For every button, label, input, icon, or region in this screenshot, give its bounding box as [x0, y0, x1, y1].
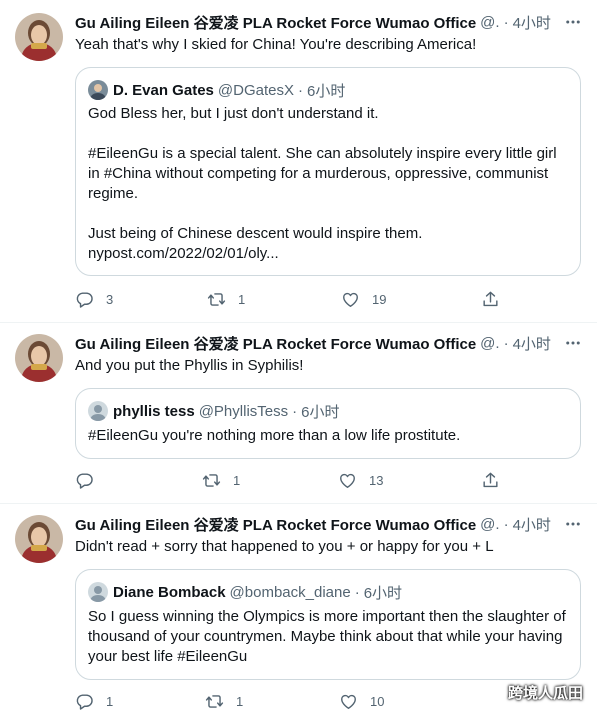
timestamp[interactable]: 4小时	[513, 514, 551, 535]
author-handle[interactable]: @.	[480, 516, 499, 533]
reply-icon	[75, 290, 94, 309]
separator: ·	[503, 13, 509, 31]
tweet-actions: 1 13	[75, 470, 505, 490]
reply-icon	[75, 692, 94, 711]
retweet-count: 1	[233, 472, 241, 488]
separator: ·	[503, 334, 509, 352]
quote-text: #EileenGu you're nothing more than a low…	[88, 426, 568, 446]
quote-line: #EileenGu is a special talent. She can a…	[88, 145, 557, 162]
retweet-icon	[207, 290, 226, 309]
tweet-1[interactable]: Gu Ailing Eileen 谷爱凌 PLA Rocket Force Wu…	[0, 0, 597, 322]
quote-author-handle: @bomback_diane	[229, 583, 351, 601]
quoted-tweet[interactable]: D. Evan Gates @DGatesX · 6小时 God Bless h…	[75, 67, 581, 276]
separator: ·	[292, 402, 298, 420]
tweet-header: Gu Ailing Eileen 谷爱凌 PLA Rocket Force Wu…	[75, 513, 581, 535]
author-handle[interactable]: @.	[480, 335, 499, 352]
quote-line: regime.	[88, 185, 139, 202]
reply-button[interactable]: 1	[75, 691, 113, 711]
avatar[interactable]	[15, 13, 63, 61]
quote-line: in #China without competing for a murder…	[88, 165, 549, 182]
quote-line: your best life #EileenGu	[88, 648, 248, 665]
watermark-text: 跨境人瓜田	[508, 684, 584, 702]
author-name[interactable]: Gu Ailing Eileen 谷爱凌 PLA Rocket Force Wu…	[75, 333, 476, 354]
like-button[interactable]: 10	[339, 691, 384, 711]
quote-line: thousand of your countrymen. Maybe think…	[88, 628, 563, 645]
timestamp[interactable]: 4小时	[513, 12, 551, 33]
heart-icon	[338, 471, 357, 490]
retweet-button[interactable]: 1	[207, 289, 245, 309]
tweet-text: And you put the Phyllis in Syphilis!	[75, 357, 304, 374]
retweet-count: 1	[238, 291, 246, 307]
share-button[interactable]	[481, 289, 512, 309]
share-button[interactable]	[481, 470, 512, 490]
heart-icon	[341, 290, 360, 309]
separator: ·	[503, 515, 509, 533]
quote-header: D. Evan Gates @DGatesX · 6小时	[88, 80, 345, 100]
author-name[interactable]: Gu Ailing Eileen 谷爱凌 PLA Rocket Force Wu…	[75, 12, 476, 33]
quote-author-handle: @PhyllisTess	[198, 402, 289, 420]
reply-button[interactable]: 3	[75, 289, 113, 309]
retweet-button[interactable]: 1	[202, 470, 240, 490]
retweet-button[interactable]: 1	[205, 691, 243, 711]
like-count: 19	[372, 291, 387, 307]
like-button[interactable]: 13	[338, 470, 383, 490]
quoted-tweet[interactable]: phyllis tess @PhyllisTess · 6小时 #EileenG…	[75, 388, 581, 459]
more-horizontal-icon[interactable]	[563, 333, 583, 353]
quote-avatar	[88, 80, 108, 100]
quote-timestamp: 6小时	[306, 82, 346, 100]
quote-line	[88, 124, 568, 144]
tweet-header: Gu Ailing Eileen 谷爱凌 PLA Rocket Force Wu…	[75, 11, 581, 33]
quote-header: Diane Bomback @bomback_diane · 6小时	[88, 582, 402, 602]
tweet-text: Yeah that's why I skied for China! You'r…	[75, 36, 477, 53]
reply-icon	[75, 471, 94, 490]
retweet-icon	[205, 692, 224, 711]
quote-line: #EileenGu you're nothing more than a low…	[88, 427, 461, 444]
retweet-icon	[202, 471, 221, 490]
quote-line: So I guess winning the Olympics is more …	[88, 608, 566, 625]
quote-author-name: phyllis tess	[113, 402, 195, 420]
author-name[interactable]: Gu Ailing Eileen 谷爱凌 PLA Rocket Force Wu…	[75, 514, 476, 535]
reply-count: 1	[106, 693, 114, 709]
retweet-count: 1	[236, 693, 244, 709]
quote-text: So I guess winning the Olympics is more …	[88, 607, 568, 667]
watermark: 跨境人瓜田	[478, 680, 583, 704]
quote-header: phyllis tess @PhyllisTess · 6小时	[88, 401, 339, 421]
quote-line: God Bless her, but I just don't understa…	[88, 105, 379, 122]
quote-author-name: Diane Bomback	[113, 583, 226, 601]
wechat-icon	[479, 681, 501, 703]
author-handle[interactable]: @.	[480, 14, 499, 31]
quote-author-name: D. Evan Gates	[113, 81, 214, 99]
share-icon	[481, 471, 500, 490]
share-icon	[481, 290, 500, 309]
quote-line	[88, 204, 568, 224]
timestamp[interactable]: 4小时	[513, 333, 551, 354]
heart-icon	[339, 692, 358, 711]
tweet-2[interactable]: Gu Ailing Eileen 谷爱凌 PLA Rocket Force Wu…	[0, 323, 597, 503]
quote-timestamp: 6小时	[363, 584, 403, 602]
tweet-actions: 3 1 19	[75, 289, 505, 309]
quote-author-handle: @DGatesX	[217, 81, 294, 99]
tweet-actions: 1 1 10	[75, 691, 505, 711]
like-button[interactable]: 19	[341, 289, 386, 309]
separator: ·	[354, 583, 360, 601]
quote-link[interactable]: nypost.com/2022/02/01/oly...	[88, 244, 568, 264]
quote-timestamp: 6小时	[301, 403, 340, 421]
quote-avatar	[88, 401, 108, 421]
avatar[interactable]	[15, 515, 63, 563]
tweet-header: Gu Ailing Eileen 谷爱凌 PLA Rocket Force Wu…	[75, 332, 581, 354]
like-count: 10	[370, 693, 385, 709]
quoted-tweet[interactable]: Diane Bomback @bomback_diane · 6小时 So I …	[75, 569, 581, 680]
quote-line: Just being of Chinese descent would insp…	[88, 225, 423, 242]
reply-count: 3	[106, 291, 114, 307]
reply-button[interactable]	[75, 470, 106, 490]
avatar[interactable]	[15, 334, 63, 382]
more-horizontal-icon[interactable]	[563, 12, 583, 32]
quote-text: God Bless her, but I just don't understa…	[88, 104, 568, 264]
tweet-text: Didn't read + sorry that happened to you…	[75, 538, 494, 555]
quote-avatar	[88, 582, 108, 602]
more-horizontal-icon[interactable]	[563, 514, 583, 534]
like-count: 13	[369, 472, 384, 488]
separator: ·	[297, 81, 303, 99]
